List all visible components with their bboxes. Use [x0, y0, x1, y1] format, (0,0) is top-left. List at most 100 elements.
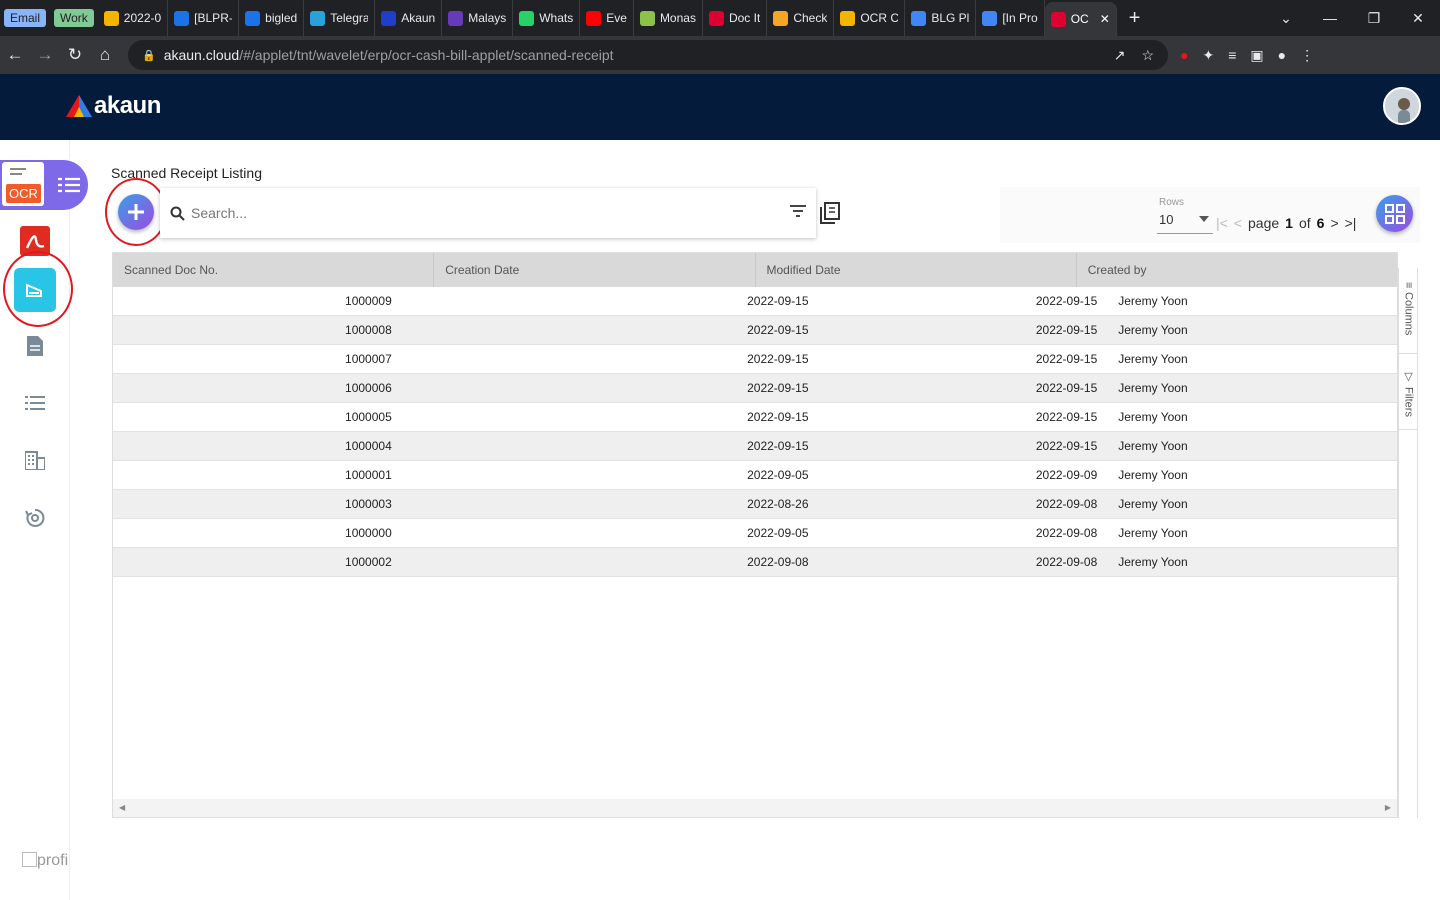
list-icon — [25, 396, 45, 410]
puzzle-icon[interactable]: ✦ — [1202, 47, 1214, 64]
sidebar-item-document[interactable] — [14, 325, 56, 367]
browser-tab[interactable]: Telegra — [304, 0, 376, 36]
table-row[interactable]: 1000000 2022-09-05 2022-09-08 Jeremy Yoon — [113, 519, 1397, 548]
sidebar-item-company[interactable] — [14, 439, 56, 481]
column-header-created-by[interactable]: Created by — [1077, 253, 1397, 287]
avatar-image — [1385, 89, 1419, 123]
docs-icon — [982, 10, 998, 26]
profile-icon[interactable]: ● — [1278, 47, 1286, 64]
column-header-doc-no[interactable]: Scanned Doc No. — [113, 253, 435, 287]
browser-tab[interactable]: Doc It — [703, 0, 768, 36]
table-row[interactable]: 1000006 2022-09-15 2022-09-15 Jeremy Yoon — [113, 374, 1397, 403]
cell-created-by: Jeremy Yoon — [1118, 410, 1188, 424]
share-icon[interactable]: ↗ — [1114, 47, 1126, 64]
column-header-creation-date[interactable]: Creation Date — [434, 253, 756, 287]
home-icon[interactable]: ⌂ — [90, 45, 120, 65]
copy-icon[interactable] — [820, 202, 840, 224]
last-page-icon[interactable]: >| — [1345, 215, 1357, 231]
scroll-right-icon[interactable]: ▶ — [1385, 803, 1391, 812]
table-row[interactable]: 1000007 2022-09-15 2022-09-15 Jeremy Yoon — [113, 345, 1397, 374]
browser-tab[interactable]: OC ✕ — [1044, 2, 1117, 36]
tab-title: Eve — [606, 11, 627, 25]
filter-icon[interactable] — [790, 205, 806, 218]
profile-link[interactable]: profi — [22, 852, 68, 870]
rows-per-page-select[interactable]: 10 — [1157, 212, 1213, 234]
browser-tab[interactable]: bigled — [239, 0, 305, 36]
table-row[interactable]: 1000005 2022-09-15 2022-09-15 Jeremy Yoon — [113, 403, 1397, 432]
cell-created-by: Jeremy Yoon — [1118, 468, 1188, 482]
browser-tab[interactable]: Malays — [442, 0, 514, 36]
extension-icon[interactable]: ● — [1180, 47, 1188, 64]
tab-title: Telegra — [330, 11, 369, 25]
media-icon[interactable]: ≡ — [1228, 47, 1236, 64]
menu-icon[interactable]: ⋮ — [1300, 47, 1314, 64]
dropdown-arrow-icon — [1199, 216, 1209, 222]
tab-title: Akaun — [401, 11, 436, 25]
tab-title: [BLPR- — [194, 11, 233, 25]
browser-tab[interactable]: Check — [767, 0, 835, 36]
browser-tab[interactable]: [In Pro — [976, 0, 1045, 36]
tab-group[interactable]: Work — [50, 0, 98, 36]
grid-view-icon — [1384, 203, 1405, 224]
leaf-icon — [639, 10, 655, 26]
minimize-icon[interactable]: — — [1308, 10, 1352, 27]
scroll-left-icon[interactable]: ◀ — [119, 803, 125, 812]
browser-tab[interactable]: [BLPR- — [168, 0, 240, 36]
close-tab-icon[interactable]: ✕ — [1100, 12, 1110, 26]
browser-tab[interactable]: OCR C — [834, 0, 906, 36]
google-drive-icon — [840, 10, 856, 26]
table-row[interactable]: 1000009 2022-09-15 2022-09-15 Jeremy Yoon — [113, 287, 1397, 316]
tab-columns[interactable]: ≡ Columns — [1399, 272, 1418, 354]
browser-tab[interactable]: Eve — [580, 0, 634, 36]
telegram-icon — [310, 10, 326, 26]
sidebar: OCR profi — [0, 140, 88, 900]
chevron-down-icon[interactable]: ⌄ — [1264, 10, 1308, 27]
prev-page-icon[interactable]: < — [1234, 215, 1242, 231]
forward-icon[interactable]: → — [30, 45, 60, 65]
cell-doc-no: 1000003 — [345, 497, 392, 511]
search-input[interactable] — [191, 205, 771, 221]
column-header-modified-date[interactable]: Modified Date — [756, 253, 1077, 287]
menu-toggle-icon[interactable] — [58, 176, 80, 194]
horizontal-scrollbar[interactable]: ◀ ▶ — [113, 799, 1397, 817]
new-tab-icon[interactable]: + — [1117, 7, 1153, 30]
close-window-icon[interactable]: ✕ — [1396, 10, 1440, 27]
cell-creation-date: 2022-09-15 — [747, 381, 809, 395]
next-page-icon[interactable]: > — [1330, 215, 1338, 231]
table-row[interactable]: 1000001 2022-09-05 2022-09-09 Jeremy Yoon — [113, 461, 1397, 490]
table-row[interactable]: 1000004 2022-09-15 2022-09-15 Jeremy Yoon — [113, 432, 1397, 461]
browser-tab[interactable]: Akaun — [375, 0, 443, 36]
reload-icon[interactable]: ↻ — [60, 45, 90, 65]
angular-icon — [708, 10, 724, 26]
table-row[interactable]: 1000002 2022-09-08 2022-09-08 Jeremy Yoon — [113, 548, 1397, 577]
tab-columns-label: Columns — [1402, 292, 1415, 336]
table-row[interactable]: 1000003 2022-08-26 2022-09-08 Jeremy Yoon — [113, 490, 1397, 519]
circle-icon — [174, 10, 190, 26]
browser-tab[interactable]: Monas — [634, 0, 703, 36]
akaun-logo[interactable]: akaun — [66, 92, 161, 120]
browser-tab[interactable]: Whats — [513, 0, 581, 36]
view-toggle-button[interactable] — [1376, 195, 1413, 232]
tab-filters[interactable]: ▽ Filters — [1399, 360, 1418, 430]
sidebar-item-list[interactable] — [14, 382, 56, 424]
sidepanel-icon[interactable]: ▣ — [1250, 47, 1263, 64]
cell-created-by: Jeremy Yoon — [1118, 497, 1188, 511]
browser-tab[interactable]: 2022-0 — [98, 0, 169, 36]
shield-icon — [773, 10, 789, 26]
back-icon[interactable]: ← — [0, 45, 30, 65]
search-icon — [170, 206, 185, 221]
restore-icon[interactable]: ❐ — [1352, 10, 1396, 27]
first-page-icon[interactable]: |< — [1216, 215, 1228, 231]
cell-modified-date: 2022-09-08 — [1035, 497, 1098, 511]
applet-switcher[interactable]: OCR — [0, 160, 88, 210]
avatar[interactable] — [1383, 87, 1421, 125]
cell-modified-date: 2022-09-08 — [1035, 555, 1098, 569]
whatsapp-icon — [519, 10, 535, 26]
star-icon[interactable]: ☆ — [1141, 47, 1154, 64]
cell-modified-date: 2022-09-09 — [1035, 468, 1098, 482]
address-bar[interactable]: 🔒 akaun.cloud/#/applet/tnt/wavelet/erp/o… — [128, 40, 1168, 70]
sidebar-item-settings[interactable] — [14, 497, 56, 539]
browser-tab[interactable]: BLG Pl — [905, 0, 977, 36]
tab-group[interactable]: Email — [0, 0, 50, 36]
table-row[interactable]: 1000008 2022-09-15 2022-09-15 Jeremy Yoon — [113, 316, 1397, 345]
